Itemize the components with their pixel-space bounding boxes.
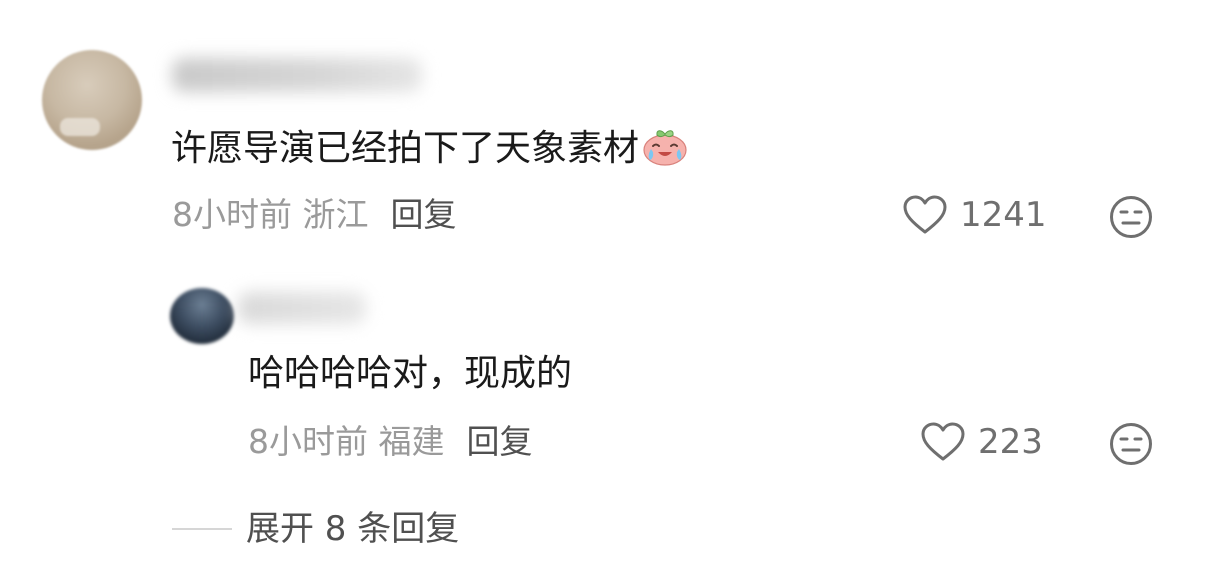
neutral-face-icon bbox=[1110, 423, 1152, 465]
neutral-face-icon bbox=[1110, 196, 1152, 238]
like-button[interactable]: 1241 bbox=[902, 194, 1047, 236]
like-count: 1241 bbox=[960, 195, 1047, 235]
reply-button[interactable]: 回复 bbox=[391, 195, 457, 234]
crying-laughing-peach-icon bbox=[643, 130, 687, 166]
replier-name-blurred[interactable] bbox=[238, 292, 366, 324]
comment-text: 许愿导演已经拍下了天象素材 bbox=[171, 130, 689, 170]
reply-dislike-button[interactable] bbox=[1108, 421, 1154, 471]
commenter-avatar[interactable] bbox=[42, 50, 142, 150]
replier-avatar[interactable] bbox=[170, 288, 234, 344]
comment-body: 许愿导演已经拍下了天象素材 bbox=[171, 128, 640, 169]
reply-like-button[interactable]: 223 bbox=[920, 421, 1043, 463]
expand-replies-label: 展开 8 条回复 bbox=[246, 509, 460, 549]
commenter-name-blurred[interactable] bbox=[172, 58, 422, 92]
expand-replies-button[interactable]: 展开 8 条回复 bbox=[172, 512, 459, 546]
reply-to-reply-button[interactable]: 回复 bbox=[467, 422, 533, 461]
reply-like-count: 223 bbox=[978, 422, 1043, 462]
reply-text: 哈哈哈哈对，现成的 bbox=[248, 353, 573, 394]
dislike-button[interactable] bbox=[1108, 194, 1154, 244]
reply-location: 福建 bbox=[378, 422, 445, 461]
reply-time: 8小时前 bbox=[248, 422, 368, 461]
comment-meta: 8小时前 浙江 回复 bbox=[172, 198, 457, 231]
heart-icon bbox=[921, 422, 965, 461]
comment-location: 浙江 bbox=[302, 195, 369, 234]
expand-divider bbox=[172, 528, 232, 530]
heart-icon bbox=[903, 195, 947, 234]
comment-time: 8小时前 bbox=[172, 195, 292, 234]
reply-meta: 8小时前 福建 回复 bbox=[248, 425, 533, 458]
